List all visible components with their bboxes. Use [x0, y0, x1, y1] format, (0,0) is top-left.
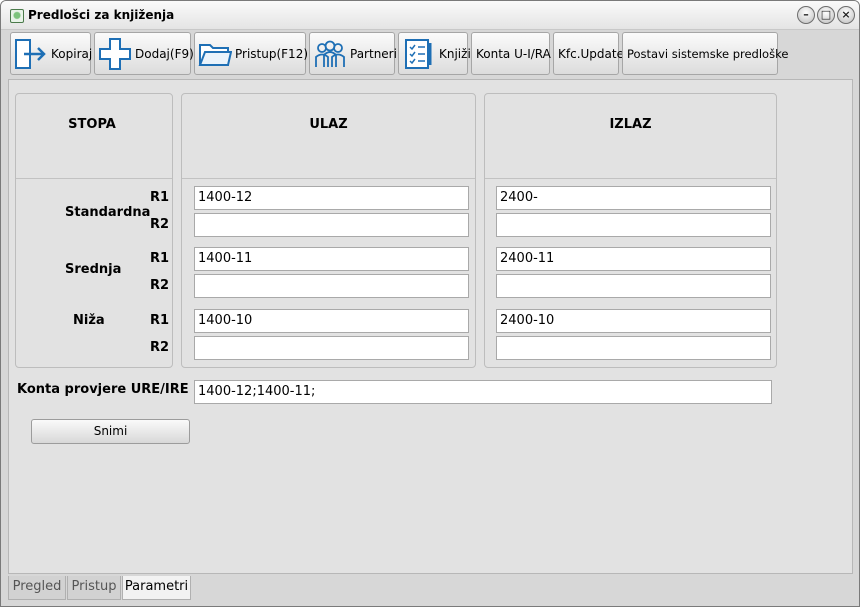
maximize-icon: □	[820, 8, 832, 21]
rate-label-srednja: Srednja	[65, 262, 122, 277]
r1-label: R1	[150, 190, 170, 205]
izlaz-standardna-r2[interactable]	[496, 213, 771, 237]
folder-icon	[198, 43, 232, 66]
minimize-button[interactable]: –	[797, 6, 815, 24]
rate-label-niza: Niža	[73, 313, 105, 328]
rate-label-standardna: Standardna	[65, 205, 151, 220]
ulaz-srednja-r2[interactable]	[194, 274, 469, 298]
r2-label: R2	[150, 278, 170, 293]
window-title: Predlošci za knjiženja	[28, 8, 175, 22]
ledger-icon	[405, 38, 432, 69]
tab-pregled[interactable]: Pregled	[8, 576, 66, 600]
ulaz-niza-r1[interactable]: 1400-10	[194, 309, 469, 333]
plus-icon	[99, 37, 131, 70]
ulaz-niza-r2[interactable]	[194, 336, 469, 360]
ulaz-standardna-r1[interactable]: 1400-12	[194, 186, 469, 210]
close-icon: ×	[841, 8, 851, 21]
r2-label: R2	[150, 340, 170, 355]
copy-arrow-icon	[15, 38, 46, 69]
app-icon	[10, 9, 24, 23]
people-icon	[315, 40, 345, 67]
partners-button[interactable]: Partneri	[309, 32, 397, 75]
kfc-update-button[interactable]: Kfc.Update	[553, 32, 624, 75]
izlaz-standardna-r1[interactable]: 2400-	[496, 186, 771, 210]
r1-label: R1	[150, 313, 170, 328]
maximize-button[interactable]: □	[817, 6, 835, 24]
header-divider	[182, 178, 475, 179]
header-divider	[485, 178, 776, 179]
title-bar: Predlošci za knjiženja – □ ×	[1, 1, 859, 30]
header-divider	[16, 178, 172, 179]
ulaz-srednja-r1[interactable]: 1400-11	[194, 247, 469, 271]
parametri-panel: STOPA ULAZ IZLAZ Standardna R1 R2 1400-1…	[8, 79, 853, 574]
izlaz-niza-r1[interactable]: 2400-10	[496, 309, 771, 333]
close-button[interactable]: ×	[837, 6, 855, 24]
minimize-icon: –	[803, 8, 809, 21]
izlaz-srednja-r2[interactable]	[496, 274, 771, 298]
header-izlaz: IZLAZ	[609, 117, 652, 132]
app-window: Predlošci za knjiženja – □ × Kopiraj Dod…	[0, 0, 860, 607]
header-ulaz: ULAZ	[309, 117, 348, 132]
add-button[interactable]: Dodaj(F9)	[94, 32, 194, 75]
konta-input[interactable]: 1400-12;1400-11;	[194, 380, 772, 404]
save-button[interactable]: Snimi	[31, 419, 190, 444]
tab-pristup[interactable]: Pristup	[67, 576, 121, 600]
toolbar: Kopiraj Dodaj(F9) Pristup(F12) Partneri	[8, 30, 856, 78]
tab-parametri[interactable]: Parametri	[122, 576, 191, 600]
book-button[interactable]: Knjiži	[398, 32, 471, 75]
konta-ui-ra-button[interactable]: Konta U-I/RA	[471, 32, 551, 75]
header-stopa: STOPA	[68, 117, 116, 132]
system-templates-button[interactable]: Postavi sistemske predloške	[622, 32, 788, 75]
r1-label: R1	[150, 251, 170, 266]
access-button[interactable]: Pristup(F12)	[194, 32, 308, 75]
r2-label: R2	[150, 217, 170, 232]
izlaz-niza-r2[interactable]	[496, 336, 771, 360]
copy-button[interactable]: Kopiraj	[10, 32, 92, 75]
ulaz-standardna-r2[interactable]	[194, 213, 469, 237]
izlaz-srednja-r1[interactable]: 2400-11	[496, 247, 771, 271]
konta-label: Konta provjere URE/IRE	[17, 382, 189, 397]
